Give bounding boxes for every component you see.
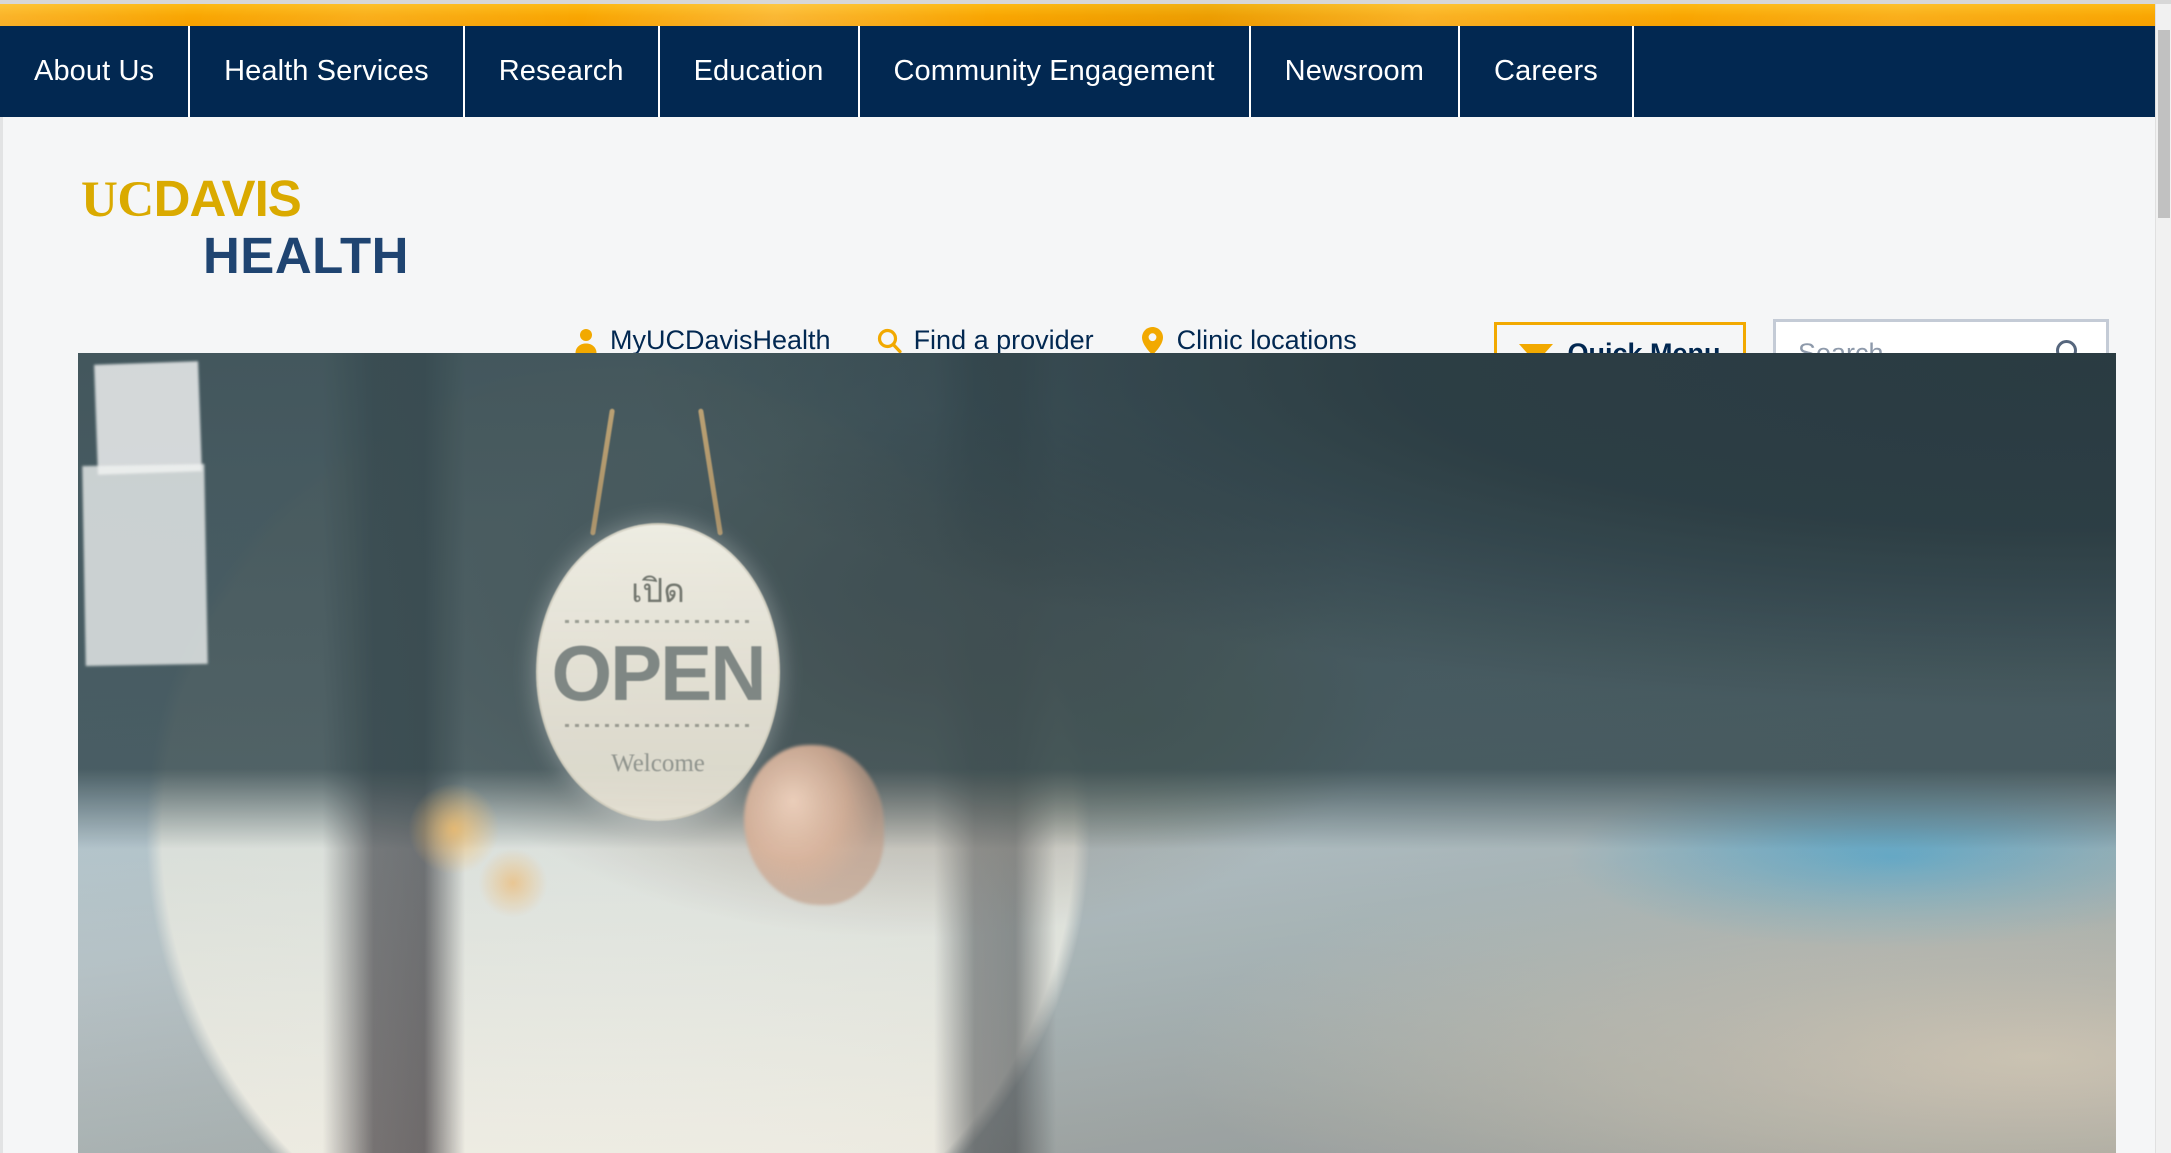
- main-navigation: About Us Health Services Research Educat…: [0, 26, 2155, 117]
- nav-item-label: Community Engagement: [893, 55, 1215, 87]
- page-scrollbar-track[interactable]: [2155, 4, 2171, 1153]
- nav-item-label: About Us: [34, 55, 155, 87]
- bokeh-highlight-b: [478, 848, 548, 918]
- nav-item-education[interactable]: Education: [660, 26, 860, 117]
- page-scrollbar-thumb[interactable]: [2158, 30, 2170, 218]
- site-header: UCDAVIS HEALTH MyUCDavisHealth Find a pr…: [3, 117, 2155, 387]
- logo-uc-text: UC: [81, 172, 154, 228]
- nav-item-label: Careers: [1494, 55, 1598, 87]
- brand-gold-bar: [0, 4, 2155, 26]
- open-sign-group: เปิด OPEN Welcome: [536, 408, 780, 823]
- open-sign-word: OPEN: [551, 629, 766, 718]
- hero-photograph: เปิด OPEN Welcome: [78, 353, 2116, 1153]
- logo-line-ucdavis: UCDAVIS: [81, 173, 411, 226]
- utility-link-label: Clinic locations: [1176, 325, 1357, 355]
- nav-item-careers[interactable]: Careers: [1460, 26, 1634, 117]
- utility-link-myucdavishealth[interactable]: MyUCDavisHealth: [573, 325, 831, 356]
- hero-carousel: เปิด OPEN Welcome Practical tips for the…: [78, 353, 2116, 1153]
- nav-item-research[interactable]: Research: [465, 26, 660, 117]
- nav-item-about-us[interactable]: About Us: [0, 26, 191, 117]
- nav-item-label: Research: [498, 55, 624, 87]
- open-sign-divider-top: [565, 620, 751, 624]
- sign-cord-right: [698, 408, 723, 536]
- open-sign-divider-bottom: [565, 723, 751, 727]
- open-sign-thai-text: เปิด: [631, 571, 685, 611]
- utility-link-label: Find a provider: [913, 325, 1094, 355]
- storefront-notice-lower: [82, 463, 208, 667]
- utility-navigation: MyUCDavisHealth Find a provider Clinic l…: [573, 325, 1403, 356]
- open-sign: เปิด OPEN Welcome: [536, 523, 780, 821]
- logo-davis-text: DAVIS: [153, 170, 302, 227]
- nav-item-label: Education: [693, 55, 824, 87]
- nav-item-label: Newsroom: [1284, 55, 1425, 87]
- nav-item-health-services[interactable]: Health Services: [190, 26, 465, 117]
- storefront-notice-upper: [94, 361, 202, 475]
- logo-health-text: HEALTH: [202, 227, 409, 284]
- utility-link-clinic-locations[interactable]: Clinic locations: [1140, 325, 1357, 356]
- utility-link-label: MyUCDavisHealth: [610, 325, 831, 355]
- map-pin-icon: [1140, 326, 1166, 356]
- hand-holding-sign: [744, 745, 884, 905]
- page-root: About Us Health Services Research Educat…: [0, 0, 2171, 1153]
- nav-item-newsroom[interactable]: Newsroom: [1251, 26, 1461, 117]
- sign-cord-left: [590, 408, 615, 536]
- search-icon: [877, 326, 903, 356]
- open-sign-welcome: Welcome: [611, 749, 705, 777]
- user-icon: [573, 326, 599, 356]
- nav-item-community-engagement[interactable]: Community Engagement: [860, 26, 1251, 117]
- ucdavis-health-logo[interactable]: UCDAVIS HEALTH: [81, 173, 411, 281]
- nav-item-label: Health Services: [224, 55, 429, 87]
- hero-photo-overlay: [78, 353, 2116, 1153]
- nav-empty-space: [1634, 26, 2155, 117]
- utility-link-find-a-provider[interactable]: Find a provider: [877, 325, 1094, 356]
